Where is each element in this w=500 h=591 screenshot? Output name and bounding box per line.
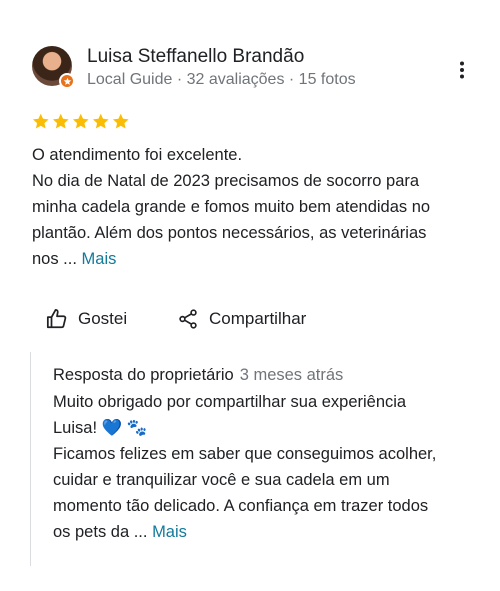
- share-button[interactable]: Compartilhar: [177, 305, 306, 333]
- owner-response-title: Resposta do proprietário: [53, 366, 234, 384]
- review-header: Luisa Steffanello Brandão Local Guide · …: [32, 44, 472, 92]
- owner-response-header: Resposta do proprietário 3 meses atrás: [53, 366, 343, 385]
- owner-response-line: Luisa! 💙 🐾: [53, 419, 148, 437]
- review-text-line: plantão. Além dos pontos necessários, as…: [32, 224, 427, 242]
- author-name[interactable]: Luisa Steffanello Brandão: [87, 46, 304, 68]
- review-more-link[interactable]: Mais: [82, 250, 117, 268]
- review-card: Luisa Steffanello Brandão Local Guide · …: [0, 0, 500, 591]
- star-icon: [112, 113, 129, 129]
- vertical-dots-icon: [460, 61, 464, 79]
- rating-stars: [31, 112, 131, 132]
- owner-response-line-last: os pets da ... Mais: [53, 519, 483, 545]
- owner-response-line: cuidar e tranquilizar você e sua cadela …: [53, 471, 390, 489]
- more-options-button[interactable]: [450, 58, 474, 82]
- owner-response-more-link[interactable]: Mais: [152, 523, 187, 541]
- author-meta: Local Guide · 32 avaliações · 15 fotos: [87, 71, 356, 88]
- thumbs-up-icon: [46, 308, 67, 329]
- owner-response-line: momento tão delicado. A confiança em tra…: [53, 497, 429, 515]
- like-label: Gostei: [78, 309, 128, 328]
- review-text-line: nos ...: [32, 250, 82, 268]
- review-text-line-last: nos ... Mais: [32, 246, 480, 272]
- owner-response-text: Muito obrigado por compartilhar sua expe…: [53, 389, 483, 545]
- review-text: O atendimento foi excelente. No dia de N…: [32, 142, 480, 272]
- share-icon: [179, 309, 197, 329]
- review-text-line: O atendimento foi excelente.: [32, 146, 243, 164]
- like-button[interactable]: Gostei: [46, 305, 127, 333]
- owner-response-line: Ficamos felizes em saber que conseguimos…: [53, 445, 437, 463]
- owner-response-date: 3 meses atrás: [239, 366, 344, 384]
- owner-response: Resposta do proprietário 3 meses atrás Mu…: [30, 352, 481, 566]
- local-guide-badge-icon: [59, 73, 75, 89]
- share-label: Compartilhar: [209, 309, 307, 328]
- star-icon: [72, 113, 89, 129]
- owner-response-line: os pets da ...: [53, 523, 153, 541]
- star-icon: [32, 113, 49, 129]
- review-text-line: minha cadela grande e fomos muito bem at…: [32, 198, 431, 216]
- star-icon: [52, 113, 69, 129]
- star-icon: [92, 113, 109, 129]
- avatar[interactable]: [32, 46, 75, 89]
- owner-response-line: Muito obrigado por compartilhar sua expe…: [53, 393, 407, 411]
- review-text-line: No dia de Natal de 2023 precisamos de so…: [32, 172, 420, 190]
